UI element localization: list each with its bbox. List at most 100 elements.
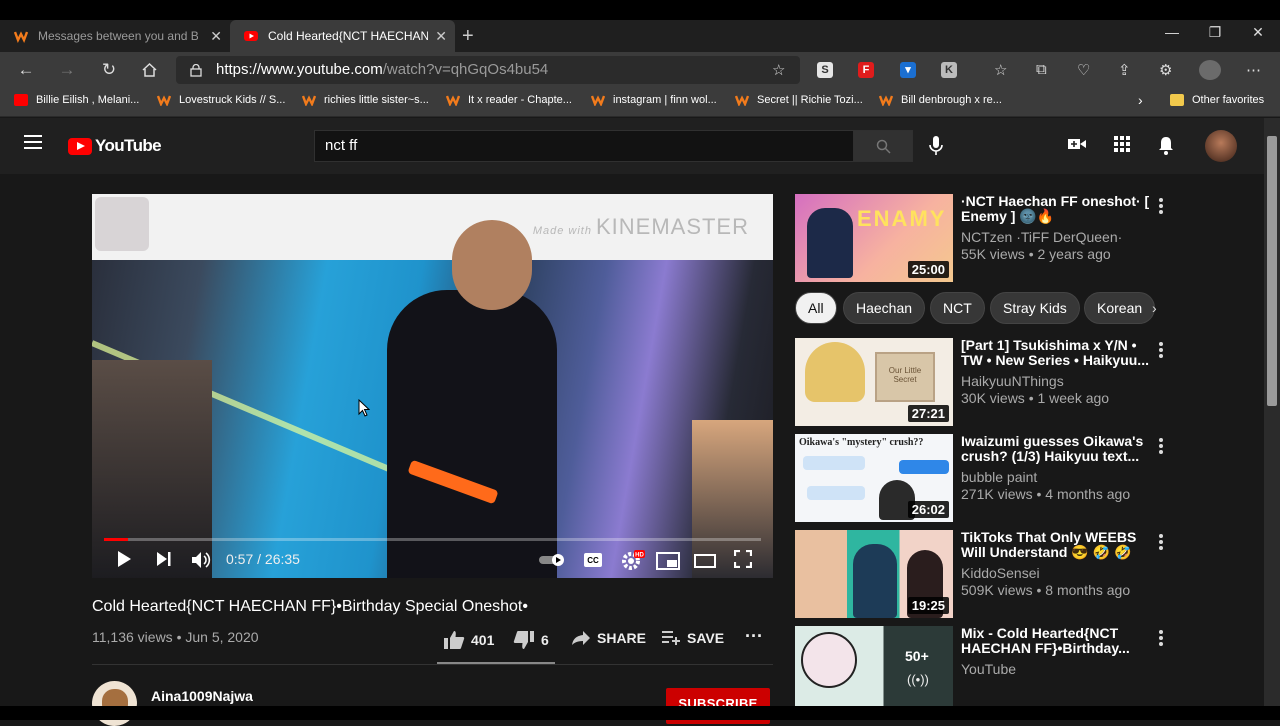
mouse-cursor-icon — [358, 399, 370, 417]
theater-mode-icon[interactable] — [694, 552, 716, 570]
share-button[interactable]: SHARE — [571, 630, 646, 646]
other-favorites[interactable]: Other favorites — [1170, 94, 1264, 106]
rec-views: 509K views • 8 months ago — [961, 582, 1131, 598]
recommended-mix[interactable]: 50+ ((•)) Mix - Cold Hearted{NCT HAECHAN… — [795, 626, 1185, 716]
menu-icon[interactable] — [24, 135, 42, 149]
more-options-icon[interactable] — [1157, 342, 1165, 360]
bookmark-item[interactable]: It x reader - Chapte... — [446, 94, 572, 106]
thumbs-up-icon — [444, 631, 465, 649]
extension-f-icon[interactable]: F — [858, 62, 874, 78]
microphone-icon[interactable] — [928, 135, 944, 157]
window-bottom-strip — [0, 706, 1280, 720]
video-progress-fill — [104, 538, 128, 541]
extension-grey-icon[interactable]: K — [941, 62, 957, 78]
extensions-icon[interactable]: ⚙ — [1159, 61, 1172, 79]
restore-icon[interactable]: ❐ — [1200, 24, 1230, 41]
close-tab-icon[interactable]: ✕ — [435, 28, 447, 45]
scrollbar-thumb[interactable] — [1267, 136, 1277, 406]
more-options-icon[interactable] — [1157, 198, 1165, 216]
search-input[interactable]: nct ff — [314, 130, 854, 162]
mix-radio-icon: ((•)) — [907, 672, 929, 687]
fullscreen-icon[interactable] — [734, 550, 752, 568]
like-button[interactable]: 401 — [443, 630, 494, 650]
next-icon[interactable] — [156, 550, 172, 568]
collections-icon[interactable]: ⧉ — [1036, 61, 1047, 78]
time-display: 0:57 / 26:35 — [226, 551, 300, 567]
rec-title: Iwaizumi guesses Oikawa's crush? (1/3) H… — [961, 434, 1144, 464]
player-controls: 0:57 / 26:35 CC HD — [92, 544, 773, 578]
tab-messages[interactable]: Messages between you and Bella ✕ — [0, 20, 230, 52]
dancer-figure — [387, 290, 557, 578]
bookmark-item[interactable]: Billie Eilish , Melani... — [14, 94, 139, 106]
wattpad-icon — [591, 95, 605, 106]
bookmark-item[interactable]: Lovestruck Kids // S... — [157, 94, 285, 106]
chips-next-chevron-icon[interactable]: › — [1152, 300, 1157, 316]
rec-channel: KiddoSensei — [961, 565, 1040, 581]
search-icon — [876, 139, 891, 154]
chip-stray-kids[interactable]: Stray Kids — [990, 292, 1080, 324]
page-scrollbar[interactable] — [1264, 118, 1280, 706]
save-button[interactable]: SAVE — [661, 630, 724, 646]
settings-more-icon[interactable]: ⋯ — [1246, 61, 1261, 79]
recommended-video[interactable]: Oikawa's "mystery" crush?? 26:02 Iwaizum… — [795, 434, 1185, 524]
chip-haechan[interactable]: Haechan — [843, 292, 926, 324]
volume-icon[interactable] — [191, 550, 213, 570]
favorite-star-icon[interactable]: ☆ — [772, 61, 785, 79]
chip-all[interactable]: All — [795, 292, 837, 324]
search-button[interactable] — [853, 130, 913, 162]
video-thumbnail: Oikawa's "mystery" crush?? 26:02 — [795, 434, 953, 522]
home-icon[interactable] — [141, 62, 158, 78]
autoplay-toggle-icon[interactable] — [538, 553, 566, 567]
recommended-video[interactable]: ENAMY 25:00 ·NCT Haechan FF oneshot· [ E… — [795, 194, 1185, 284]
play-icon[interactable] — [116, 550, 132, 568]
wattpad-icon — [879, 95, 893, 106]
apps-grid-icon[interactable] — [1114, 136, 1130, 152]
more-options-icon[interactable] — [1157, 534, 1165, 552]
recommended-video[interactable]: 19:25 TikToks That Only WEEBS Will Under… — [795, 530, 1185, 620]
forward-icon[interactable]: → — [55, 60, 79, 80]
recommended-video[interactable]: Our Little Secret 27:21 [Part 1] Tsukish… — [795, 338, 1185, 428]
extension-s-icon[interactable]: S — [817, 62, 833, 78]
profile-avatar[interactable] — [1199, 60, 1221, 80]
bookmark-item[interactable]: richies little sister~s... — [302, 94, 429, 106]
video-progress-bar[interactable] — [104, 538, 761, 541]
settings-gear-icon[interactable]: HD — [621, 550, 645, 570]
refresh-icon[interactable]: ↻ — [97, 60, 121, 80]
tab-youtube-video[interactable]: Cold Hearted{NCT HAECHAN FF}•Birthday Sp… — [230, 20, 455, 52]
more-actions-icon[interactable]: ··· — [745, 626, 763, 647]
bookmark-item[interactable]: instagram | finn wol... — [591, 94, 717, 106]
wattpad-icon — [446, 95, 460, 106]
new-tab-button[interactable]: + — [462, 25, 474, 48]
youtube-logo[interactable]: YouTube — [68, 136, 162, 156]
dislike-button[interactable]: 6 — [513, 630, 549, 650]
svg-text:CC: CC — [587, 556, 599, 565]
miniplayer-icon[interactable] — [656, 552, 680, 570]
create-video-icon[interactable] — [1067, 136, 1087, 152]
more-options-icon[interactable] — [1157, 438, 1165, 456]
divider — [92, 664, 773, 665]
chip-korean[interactable]: Korean — [1084, 292, 1156, 324]
rec-views: 271K views • 4 months ago — [961, 486, 1131, 502]
close-window-icon[interactable]: ✕ — [1243, 24, 1273, 41]
bookmarks-overflow-chevron-icon[interactable]: › — [1138, 92, 1143, 108]
bookmark-item[interactable]: Secret || Richie Tozi... — [735, 94, 863, 106]
channel-name[interactable]: Aina1009Najwa — [151, 688, 253, 704]
url-field[interactable]: https://www.youtube.com/watch?v=qhGqOs4b… — [176, 56, 800, 84]
rec-views: 30K views • 1 week ago — [961, 390, 1110, 406]
extension-blue-icon[interactable]: ▾ — [900, 62, 916, 78]
notifications-bell-icon[interactable] — [1158, 136, 1174, 155]
user-avatar[interactable] — [1205, 130, 1237, 162]
bookmark-item[interactable]: Bill denbrough x re... — [879, 94, 1002, 106]
address-bar-row: ← → ↻ https://www.youtube.com/watch?v=qh… — [0, 52, 1280, 88]
close-tab-icon[interactable]: ✕ — [210, 28, 222, 45]
chip-nct[interactable]: NCT — [930, 292, 985, 324]
back-icon[interactable]: ← — [14, 60, 38, 80]
favorites-icon[interactable]: ☆ — [994, 61, 1007, 79]
minimize-icon[interactable]: — — [1157, 24, 1187, 40]
more-options-icon[interactable] — [1157, 630, 1165, 648]
captions-icon[interactable]: CC — [583, 552, 603, 568]
like-ratio-bar — [437, 662, 555, 664]
share-icon[interactable]: ⇪ — [1118, 61, 1131, 79]
video-player[interactable]: Made with KINEMASTER 0:57 / 26:35 CC HD — [92, 194, 773, 578]
browser-essentials-icon[interactable]: ♡ — [1077, 61, 1090, 79]
